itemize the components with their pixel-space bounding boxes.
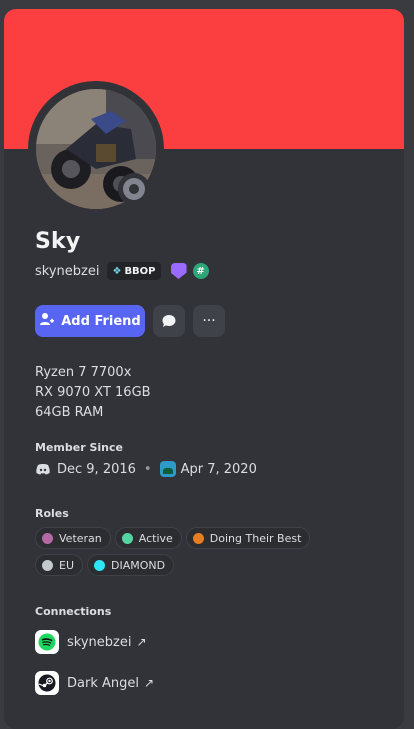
role-color-dot [121,532,133,544]
connections-title: Connections [35,605,112,618]
add-friend-label: Add Friend [61,313,141,329]
role-pill-eu[interactable]: EU [35,554,84,576]
status-offline-icon [123,178,145,200]
tag-diamond-icon: ❖ [112,265,122,277]
role-color-dot [42,532,53,544]
discord-join-date: Dec 9, 2016 [57,461,136,477]
role-label: Veteran [59,531,102,545]
external-link-icon: ↗ [143,676,155,690]
message-button[interactable] [153,305,185,337]
bio-line: 64GB RAM [35,405,104,420]
connection-name: skynebzei [67,634,132,650]
status-indicator-offline [118,173,150,205]
discord-icon [36,464,50,475]
member-since-row: Dec 9, 2016 • Apr 7, 2020 [35,461,257,477]
role-pill-veteran[interactable]: Veteran [35,527,111,549]
hypesquad-badge-icon[interactable] [170,263,187,279]
add-friend-icon [39,311,55,331]
spotify-icon [35,630,59,654]
role-color-dot [94,559,106,571]
external-link-icon: ↗ [136,635,147,649]
role-color-dot [42,559,53,571]
hashtag-badge-icon[interactable]: # [192,263,209,279]
add-friend-button[interactable]: Add Friend [35,305,145,337]
steam-icon [35,671,59,695]
more-options-button[interactable]: ··· [193,305,225,337]
role-pill-active[interactable]: Active [114,527,182,549]
connection-name: Dark Angel [67,675,139,691]
role-label: Doing Their Best [209,531,302,545]
bio-line: RX 9070 XT 16GB [35,385,151,400]
role-color-dot [192,532,204,544]
role-label: Active [138,531,173,545]
connection-spotify[interactable]: skynebzei ↗ [35,630,147,654]
bio: Ryzen 7 7700x RX 9070 XT 16GB 64GB RAM [35,363,151,423]
ellipsis-icon: ··· [202,313,216,329]
server-icon [159,461,176,477]
bio-line: Ryzen 7 7700x [35,365,132,380]
avatar-container[interactable] [28,81,164,217]
profile-card: Sky skynebzei ❖ BBOP # Add Friend ··· Ry… [4,9,404,729]
date-separator: • [143,461,152,477]
username-row: skynebzei ❖ BBOP # [35,261,215,281]
profile-actions: Add Friend ··· [35,305,225,337]
roles-list: Veteran Active Doing Their Best EU DIAMO… [35,527,365,581]
server-tag-label: BBOP [124,265,156,277]
connection-steam[interactable]: Dark Angel ↗ [35,671,154,695]
display-name: Sky [35,229,81,254]
server-tag[interactable]: ❖ BBOP [107,262,161,280]
role-label: EU [59,558,75,572]
roles-title: Roles [35,507,69,520]
role-pill-doing-their-best[interactable]: Doing Their Best [185,527,311,549]
member-since-title: Member Since [35,441,123,454]
role-label: DIAMOND [111,558,166,572]
server-join-date: Apr 7, 2020 [180,461,257,477]
chat-bubble-icon [162,315,176,327]
username[interactable]: skynebzei [35,264,99,279]
role-pill-diamond[interactable]: DIAMOND [87,554,175,576]
